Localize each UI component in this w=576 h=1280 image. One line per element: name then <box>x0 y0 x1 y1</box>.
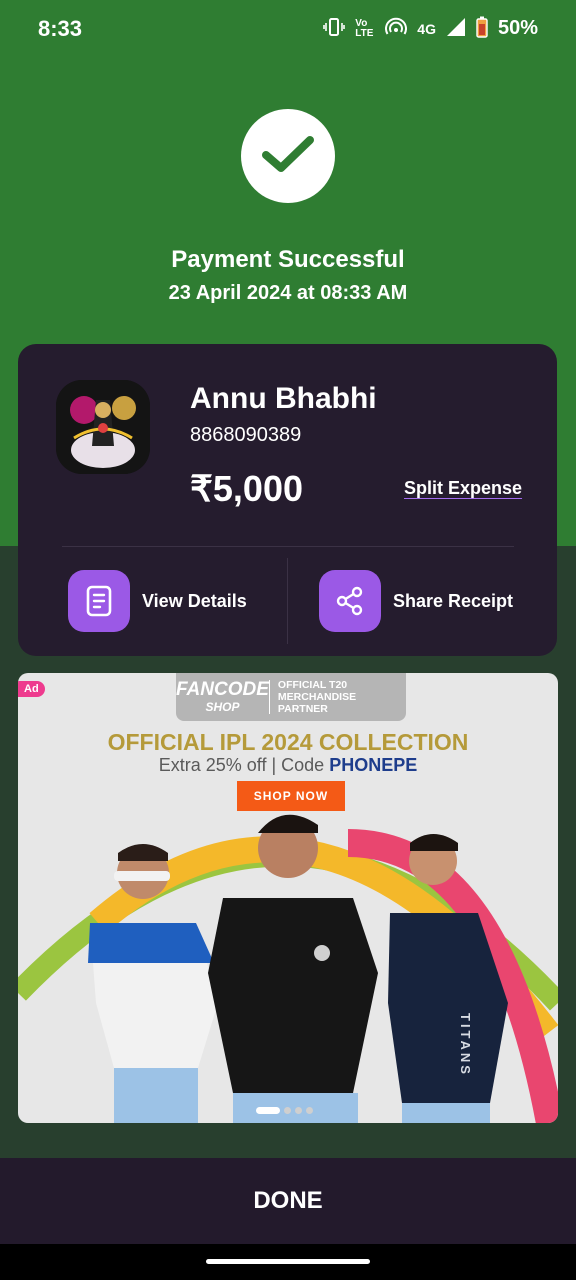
fancode-shop-label: SHOP <box>205 700 240 714</box>
view-details-button[interactable]: View Details <box>68 570 247 632</box>
avatar <box>56 380 150 474</box>
view-details-label: View Details <box>142 590 247 611</box>
signal-icon <box>446 17 466 40</box>
hotspot-icon <box>385 17 408 40</box>
share-receipt-button[interactable]: Share Receipt <box>319 570 513 632</box>
vibrate-icon <box>323 17 346 40</box>
payee-phone: 8868090389 <box>190 424 302 446</box>
fancode-logo: FANCODE SHOP <box>176 680 270 714</box>
actions-divider <box>287 558 288 644</box>
split-expense-link[interactable]: Split Expense <box>404 478 522 499</box>
payment-datetime: 23 April 2024 at 08:33 AM <box>168 282 408 304</box>
home-indicator[interactable] <box>206 1259 370 1264</box>
share-receipt-label: Share Receipt <box>393 590 514 611</box>
network-type: 4G <box>417 20 436 37</box>
shop-now-button[interactable]: SHOP NOW <box>237 781 345 811</box>
carousel-dot <box>295 1107 302 1114</box>
carousel-dot <box>284 1107 291 1114</box>
ad-offer: Extra 25% off | Code PHONEPE <box>18 755 558 776</box>
ad-headline: OFFICIAL IPL 2024 COLLECTION <box>107 729 469 755</box>
payment-amount: ₹5,000 <box>190 468 303 509</box>
battery-icon <box>476 16 488 41</box>
fancode-shop-logo: FANCODE SHOP OFFICIAL T20 MERCHANDISE PA… <box>176 673 406 721</box>
offer-code: PHONEPE <box>329 755 418 775</box>
document-icon <box>68 570 130 632</box>
success-check <box>241 109 335 203</box>
done-button[interactable]: DONE <box>0 1158 576 1244</box>
carousel-indicator <box>256 1107 313 1114</box>
ad-banner[interactable]: Ad FANCODE SHOP OFFICIAL T20 MERCHANDISE… <box>18 673 558 1123</box>
fancode-brand: FANCODE <box>176 679 269 700</box>
status-bar: 8:33 Vo LTE 4G 50% <box>0 0 576 58</box>
transaction-card: Annu Bhabhi 8868090389 ₹5,000 Split Expe… <box>18 344 557 656</box>
partner-text: OFFICIAL T20 MERCHANDISE PARTNER <box>277 679 357 715</box>
status-time: 8:33 <box>38 16 83 41</box>
battery-percent: 50% <box>497 17 538 39</box>
status-icons: Vo LTE 4G 50% <box>323 16 538 41</box>
check-icon <box>261 134 315 179</box>
navigation-bar <box>0 1244 576 1280</box>
carousel-dot <box>306 1107 313 1114</box>
ad-badge: Ad <box>18 681 45 697</box>
volte-icon: Vo LTE <box>355 17 374 39</box>
card-divider <box>62 546 514 547</box>
payee-name: Annu Bhabhi <box>190 382 377 415</box>
offer-text: Extra 25% off | Code <box>158 755 325 775</box>
payment-status-title: Payment Successful <box>171 246 405 273</box>
carousel-dot-active <box>256 1107 280 1114</box>
jersey-text: TITANS <box>458 1013 473 1077</box>
share-icon <box>319 570 381 632</box>
